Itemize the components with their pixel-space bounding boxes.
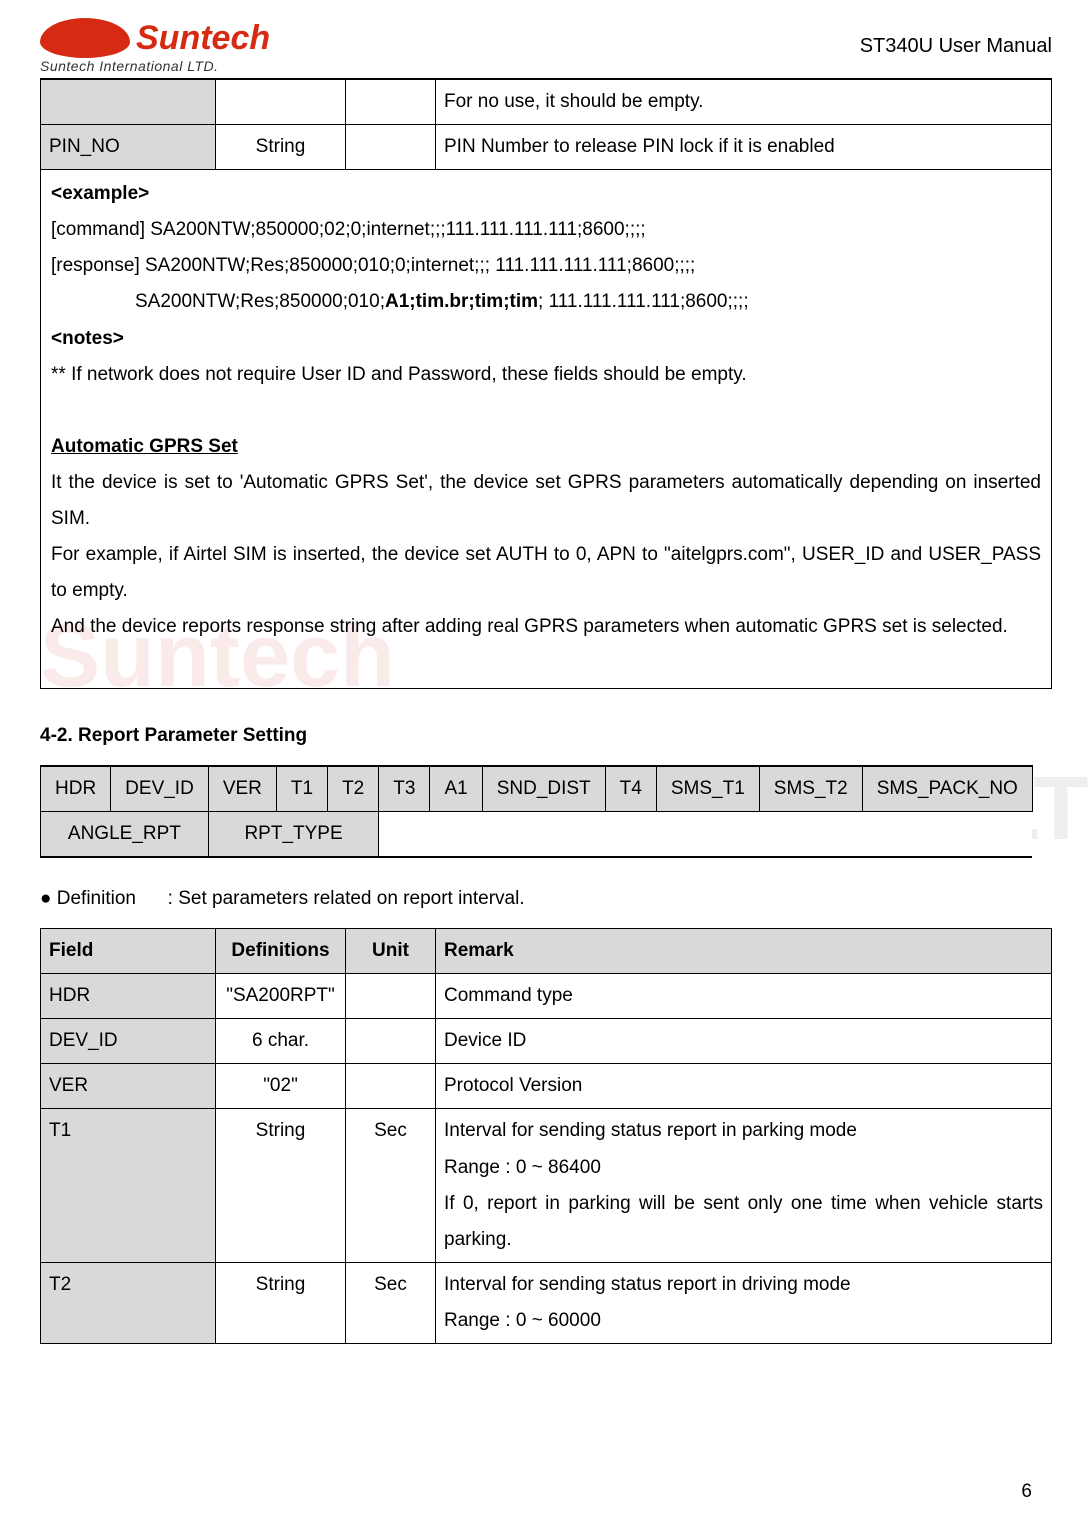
struct-row-2: ANGLE_RPT RPT_TYPE xyxy=(41,811,1033,857)
hdr-unit: Unit xyxy=(372,940,409,961)
definition-label: ● Definition xyxy=(40,888,136,909)
struct-cell: T3 xyxy=(379,766,430,812)
example-title: <example> xyxy=(51,183,149,204)
table-row: T2 String Sec Interval for sending statu… xyxy=(41,1262,1052,1343)
def-cell: String xyxy=(216,1109,346,1262)
definition-table: Field Definitions Unit Remark HDR "SA200… xyxy=(40,928,1052,1344)
page-number: 6 xyxy=(1021,1481,1032,1503)
remark-cell: Interval for sending status report in pa… xyxy=(436,1109,1052,1262)
logo-swoosh-icon xyxy=(40,18,130,58)
remark-cell: Device ID xyxy=(436,1019,1052,1064)
unit-cell: Sec xyxy=(346,1262,436,1343)
field-cell: DEV_ID xyxy=(41,1019,216,1064)
definition-line: ● Definition : Set parameters related on… xyxy=(40,888,1052,910)
page-header: Suntech Suntech International LTD. ST340… xyxy=(40,18,1052,79)
unit-cell: Sec xyxy=(346,1109,436,1262)
field-cell: T1 xyxy=(41,1109,216,1262)
section-4-2-title: 4-2. Report Parameter Setting xyxy=(40,725,1052,747)
def-cell: String xyxy=(216,1262,346,1343)
unit-cell xyxy=(346,1019,436,1064)
struct-cell: T4 xyxy=(605,766,656,812)
struct-cell: RPT_TYPE xyxy=(208,811,378,857)
field-cell: T2 xyxy=(41,1262,216,1343)
struct-table: HDR DEV_ID VER T1 T2 T3 A1 SND_DIST T4 S… xyxy=(40,765,1033,859)
example-command: [command] SA200NTW;850000;02;0;internet;… xyxy=(51,212,1041,248)
example-response-1: [response] SA200NTW;Res;850000;010;0;int… xyxy=(51,248,1041,284)
param-note-table: For no use, it should be empty. PIN_NO S… xyxy=(40,79,1052,689)
definition-text: : Set parameters related on report inter… xyxy=(168,888,525,909)
struct-cell: T2 xyxy=(328,766,379,812)
struct-cell: DEV_ID xyxy=(111,766,209,812)
logo-subtitle: Suntech International LTD. xyxy=(40,58,270,74)
auto-gprs-title: Automatic GPRS Set xyxy=(51,436,238,457)
example-response-2: SA200NTW;Res;850000;010;A1;tim.br;tim;ti… xyxy=(51,284,1041,320)
hdr-definitions: Definitions xyxy=(231,940,329,961)
def-cell: String xyxy=(216,125,346,170)
logo-brand-text: Suntech xyxy=(136,19,270,58)
notes-body: ** If network does not require User ID a… xyxy=(51,357,1041,393)
remark-cell: For no use, it should be empty. xyxy=(436,80,1052,125)
field-cell: VER xyxy=(41,1064,216,1109)
def-cell xyxy=(216,80,346,125)
example-cell: <example> [command] SA200NTW;850000;02;0… xyxy=(41,170,1052,688)
notes-title: <notes> xyxy=(51,328,124,349)
remark-cell: PIN Number to release PIN lock if it is … xyxy=(436,125,1052,170)
doc-title: ST340U User Manual xyxy=(860,35,1052,58)
unit-cell xyxy=(346,974,436,1019)
struct-cell: SMS_PACK_NO xyxy=(862,766,1032,812)
auto-gprs-p3: And the device reports response string a… xyxy=(51,609,1041,645)
def-header-row: Field Definitions Unit Remark xyxy=(41,929,1052,974)
hdr-remark: Remark xyxy=(444,940,514,961)
struct-row-1: HDR DEV_ID VER T1 T2 T3 A1 SND_DIST T4 S… xyxy=(41,766,1033,812)
struct-cell: VER xyxy=(208,766,276,812)
remark-cell: Command type xyxy=(436,974,1052,1019)
table-row: HDR "SA200RPT" Command type xyxy=(41,974,1052,1019)
table-row: T1 String Sec Interval for sending statu… xyxy=(41,1109,1052,1262)
field-cell: HDR xyxy=(41,974,216,1019)
struct-cell: ANGLE_RPT xyxy=(41,811,209,857)
table-row: VER "02" Protocol Version xyxy=(41,1064,1052,1109)
unit-cell xyxy=(346,80,436,125)
struct-cell: SND_DIST xyxy=(482,766,605,812)
unit-cell xyxy=(346,125,436,170)
auto-gprs-p2: For example, if Airtel SIM is inserted, … xyxy=(51,537,1041,609)
field-cell: PIN_NO xyxy=(41,125,216,170)
auto-gprs-p1: It the device is set to 'Automatic GPRS … xyxy=(51,465,1041,537)
struct-cell: T1 xyxy=(276,766,327,812)
example-row: <example> [command] SA200NTW;850000;02;0… xyxy=(41,170,1052,688)
table-row: DEV_ID 6 char. Device ID xyxy=(41,1019,1052,1064)
table-row: PIN_NO String PIN Number to release PIN … xyxy=(41,125,1052,170)
remark-cell: Protocol Version xyxy=(436,1064,1052,1109)
hdr-field: Field xyxy=(49,940,93,961)
table-row: For no use, it should be empty. xyxy=(41,80,1052,125)
struct-cell: HDR xyxy=(41,766,111,812)
logo: Suntech Suntech International LTD. xyxy=(40,18,270,74)
field-cell xyxy=(41,80,216,125)
remark-cell: Interval for sending status report in dr… xyxy=(436,1262,1052,1343)
struct-cell: A1 xyxy=(430,766,482,812)
unit-cell xyxy=(346,1064,436,1109)
def-cell: "SA200RPT" xyxy=(216,974,346,1019)
def-cell: 6 char. xyxy=(216,1019,346,1064)
struct-cell: SMS_T1 xyxy=(656,766,759,812)
def-cell: "02" xyxy=(216,1064,346,1109)
struct-cell: SMS_T2 xyxy=(759,766,862,812)
